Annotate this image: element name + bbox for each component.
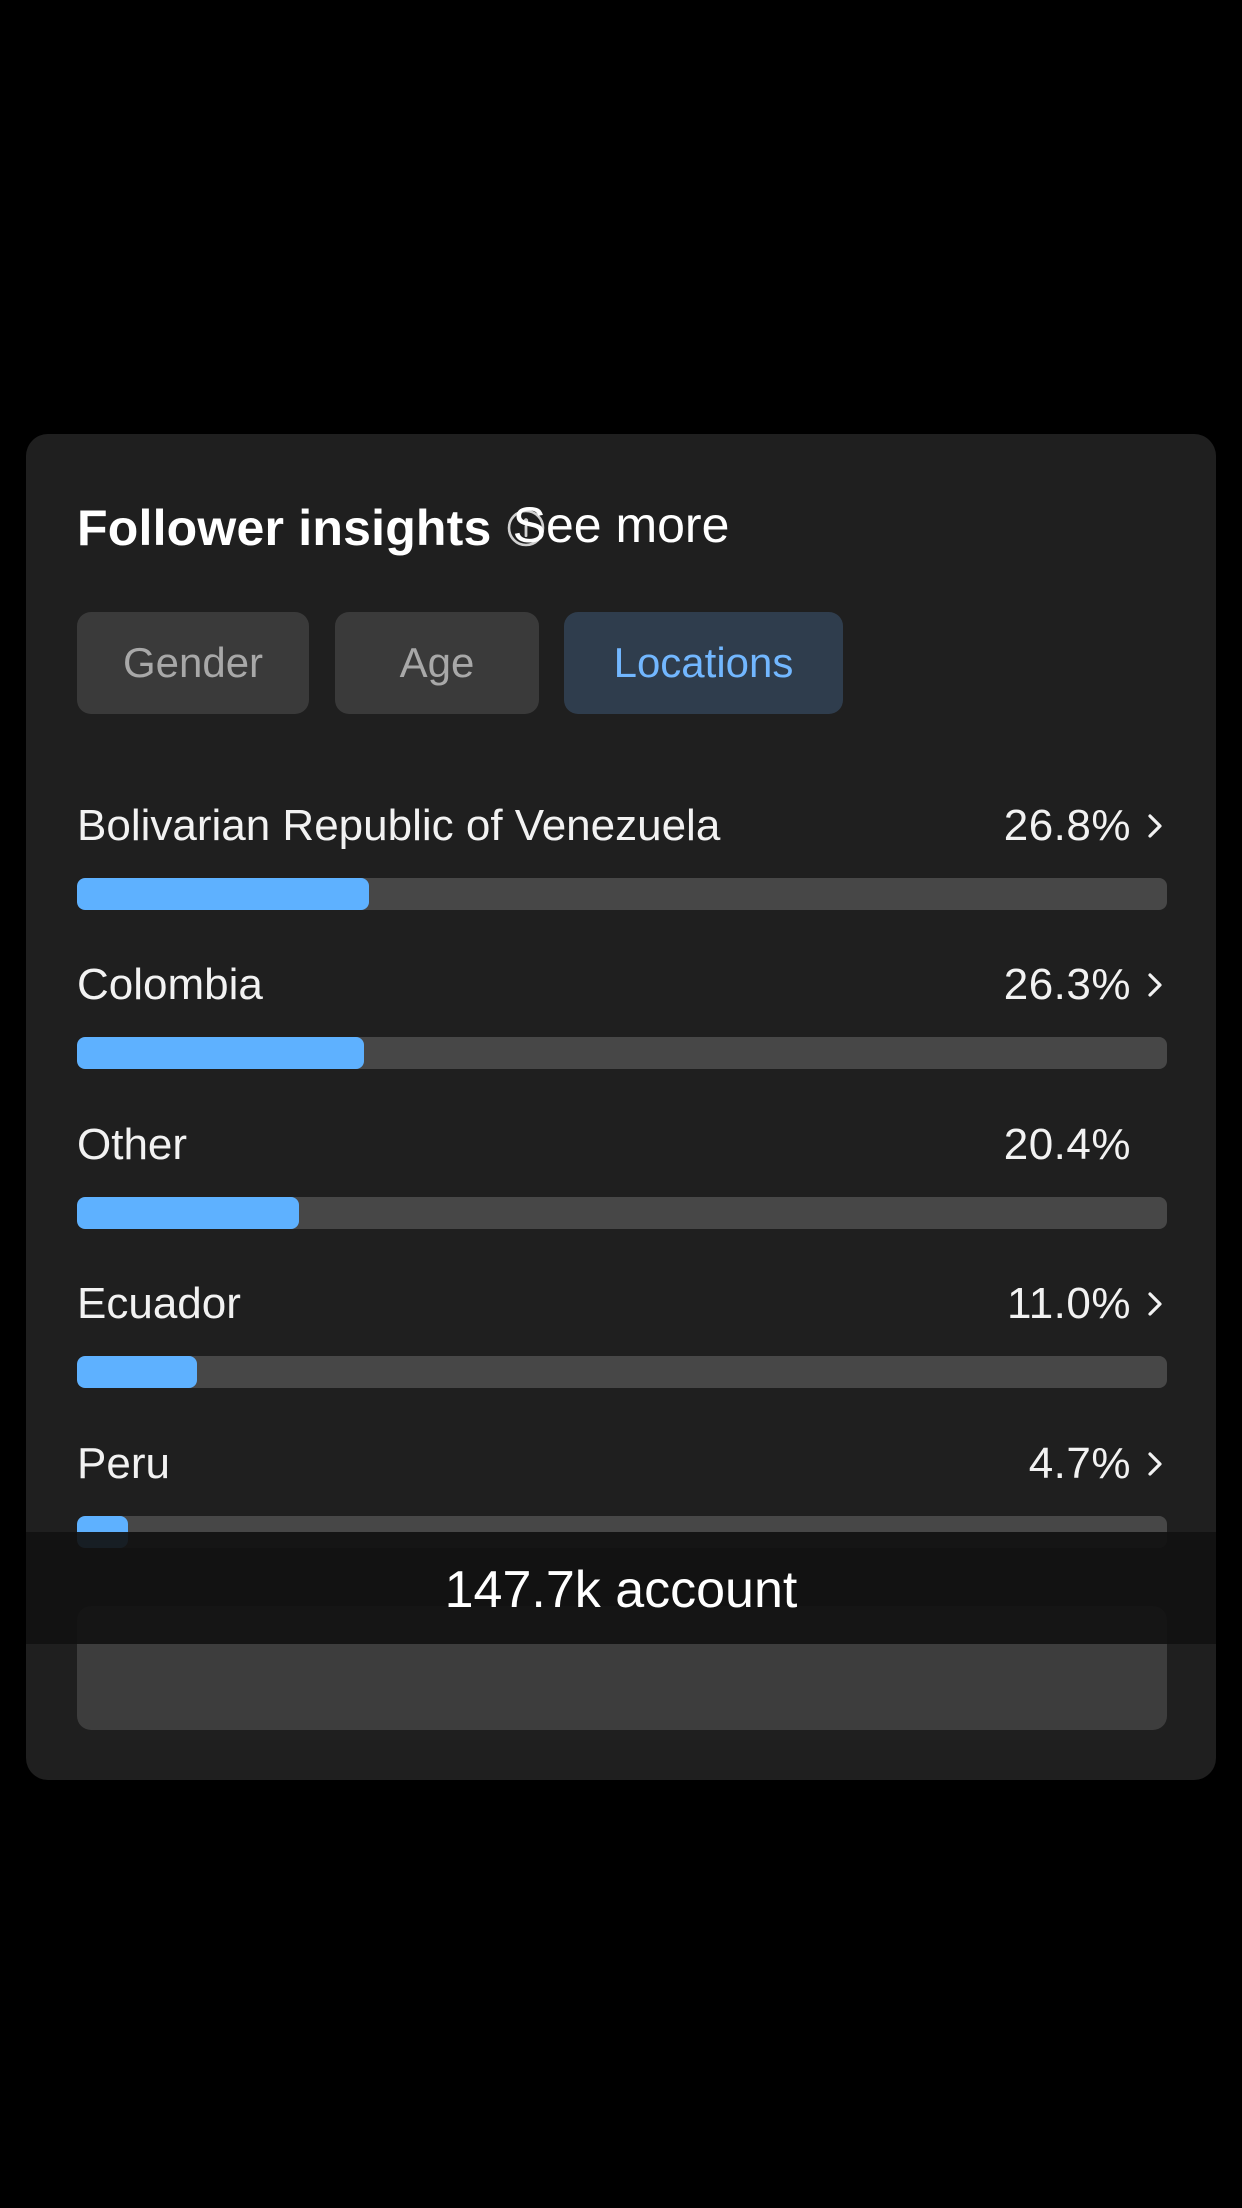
progress-fill bbox=[77, 1037, 364, 1069]
location-percent: 11.0% bbox=[1007, 1279, 1131, 1328]
progress-fill bbox=[77, 1356, 197, 1388]
tab-age[interactable]: Age bbox=[335, 612, 539, 714]
toast-text: 147.7k account bbox=[444, 1561, 798, 1619]
location-name: Colombia bbox=[77, 960, 263, 1009]
chevron-right-icon bbox=[1148, 1452, 1162, 1476]
see-more-label: See more bbox=[512, 497, 730, 553]
chevron-right-icon bbox=[1148, 1292, 1162, 1316]
toast-notification: 147.7k account bbox=[26, 1532, 1216, 1644]
location-name: Ecuador bbox=[77, 1279, 241, 1328]
progress-fill bbox=[77, 878, 370, 910]
tab-locations[interactable]: Locations bbox=[564, 612, 843, 714]
follower-insights-card: Follower insights Gender Age Locations B… bbox=[26, 434, 1216, 1780]
progress-track bbox=[77, 878, 1167, 910]
chevron-right-icon bbox=[1148, 814, 1162, 838]
location-percent: 26.8% bbox=[1003, 801, 1131, 850]
progress-track bbox=[77, 1356, 1167, 1388]
tab-gender[interactable]: Gender bbox=[77, 612, 309, 714]
location-name: Bolivarian Republic of Venezuela bbox=[77, 801, 721, 850]
location-percent: 26.3% bbox=[1003, 960, 1131, 1009]
location-percent: 20.4% bbox=[1003, 1120, 1131, 1169]
location-name: Other bbox=[77, 1120, 188, 1169]
progress-fill bbox=[77, 1197, 300, 1229]
progress-track bbox=[77, 1037, 1167, 1069]
location-percent: 4.7% bbox=[1028, 1439, 1131, 1488]
chevron-right-icon bbox=[1148, 973, 1162, 997]
location-name: Peru bbox=[77, 1439, 170, 1488]
progress-track bbox=[77, 1197, 1167, 1229]
